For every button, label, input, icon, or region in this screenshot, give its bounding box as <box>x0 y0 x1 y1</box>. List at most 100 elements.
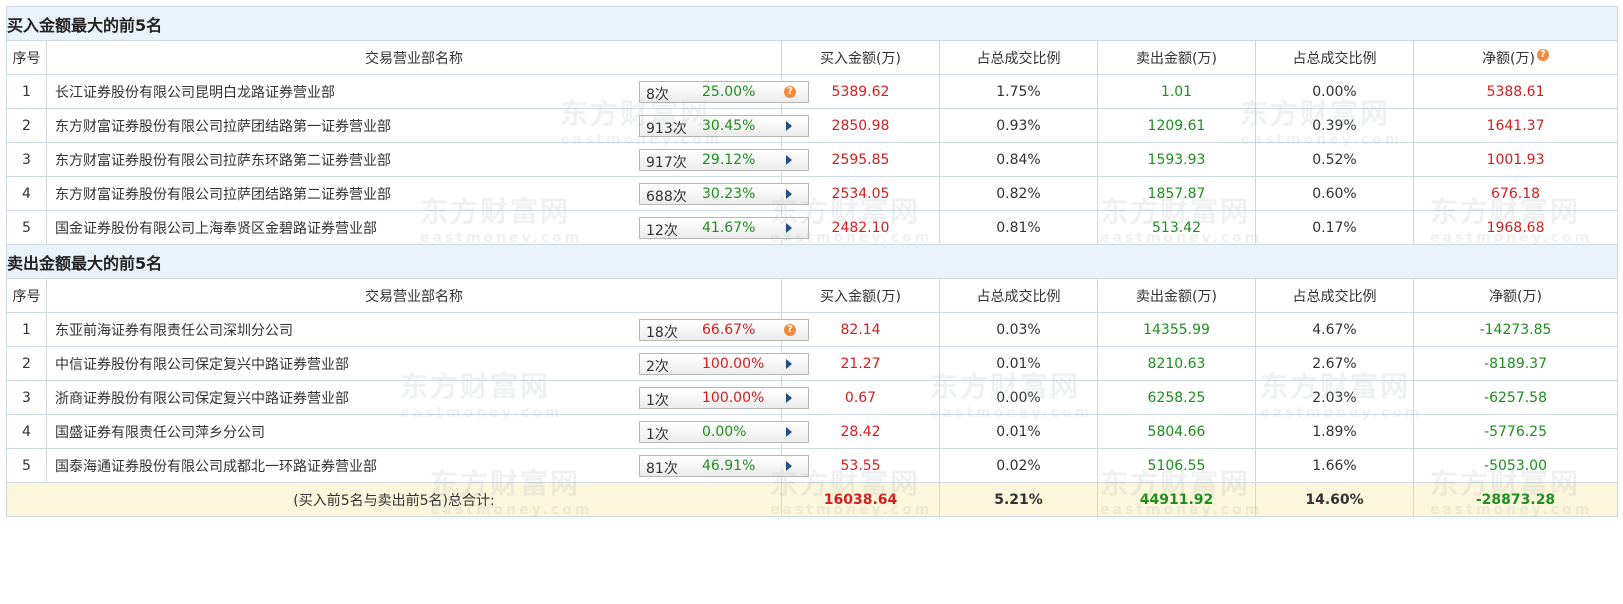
success-rate: 100.00% <box>702 390 765 406</box>
branch-name-link[interactable]: 浙商证券股份有限公司保定复兴中路证券营业部 <box>55 388 349 408</box>
net-amount: 5388.61 <box>1412 74 1619 109</box>
branch-name-link[interactable]: 东方财富证券股份有限公司拉萨东环路第二证券营业部 <box>55 150 391 170</box>
header-net: 净额(万)? <box>1412 40 1619 75</box>
listing-count: 12次 <box>646 223 678 239</box>
branch-stats-button[interactable]: 81次 46.91% <box>639 455 809 477</box>
sell-ratio: 1.89% <box>1255 414 1414 449</box>
total-sell: 44911.92 <box>1097 482 1256 517</box>
listing-count: 913次 <box>646 121 687 137</box>
arrow-right-icon[interactable] <box>786 393 792 403</box>
sell-amount: 513.42 <box>1097 210 1256 245</box>
row-index: 1 <box>6 312 47 347</box>
header-index: 序号 <box>6 40 47 75</box>
branch-stats-button[interactable]: 917次 29.12% <box>639 149 809 171</box>
row-index: 3 <box>6 142 47 177</box>
sell-ratio: 1.66% <box>1255 448 1414 483</box>
header-buy-amount: 买入金额(万) <box>781 40 940 75</box>
branch-stats-button[interactable]: 12次 41.67% <box>639 217 809 239</box>
listing-count: 8次 <box>646 87 669 103</box>
branch-cell: 东方财富证券股份有限公司拉萨团结路第二证券营业部 688次 30.23% <box>46 176 809 211</box>
success-rate: 30.45% <box>702 118 756 134</box>
header-buy-ratio: 占总成交比例 <box>939 40 1098 75</box>
total-label: (买入前5名与卖出前5名)总合计: <box>6 482 782 517</box>
success-rate: 25.00% <box>702 84 756 100</box>
question-icon[interactable]: ? <box>784 324 796 336</box>
row-index: 5 <box>6 210 47 245</box>
sell-amount: 5106.55 <box>1097 448 1256 483</box>
branch-stats-button[interactable]: 1次 0.00% <box>639 421 809 443</box>
header-sell-amount: 卖出金额(万) <box>1097 278 1256 313</box>
branch-name-link[interactable]: 长江证券股份有限公司昆明白龙路证券营业部 <box>55 82 335 102</box>
sell-section-title-row: 卖出金额最大的前5名 <box>5 244 1619 279</box>
sell-amount: 1593.93 <box>1097 142 1256 177</box>
listing-count: 917次 <box>646 155 687 171</box>
arrow-right-icon[interactable] <box>786 189 792 199</box>
listing-count: 81次 <box>646 461 678 477</box>
listing-count: 688次 <box>646 189 687 205</box>
header-buy-ratio: 占总成交比例 <box>939 278 1098 313</box>
sell-amount: 1857.87 <box>1097 176 1256 211</box>
sell-ratio: 0.17% <box>1255 210 1414 245</box>
table-row: 2 中信证券股份有限公司保定复兴中路证券营业部 2次 100.00% 21.27 0.01… <box>6 346 1619 381</box>
sell-header-row: 序号 交易营业部名称 买入金额(万) 占总成交比例 卖出金额(万) 占总成交比例… <box>6 278 1619 313</box>
branch-name-link[interactable]: 东亚前海证券有限责任公司深圳分公司 <box>55 320 293 340</box>
branch-name-link[interactable]: 国金证券股份有限公司上海奉贤区金碧路证券营业部 <box>55 218 377 238</box>
buy-ratio: 0.93% <box>939 108 1098 143</box>
success-rate: 46.91% <box>702 458 756 474</box>
total-buy: 16038.64 <box>781 482 940 517</box>
row-index: 4 <box>6 176 47 211</box>
branch-name-link[interactable]: 中信证券股份有限公司保定复兴中路证券营业部 <box>55 354 349 374</box>
question-icon[interactable]: ? <box>784 86 796 98</box>
buy-ratio: 0.02% <box>939 448 1098 483</box>
arrow-right-icon[interactable] <box>786 155 792 165</box>
row-index: 2 <box>6 108 47 143</box>
net-amount: -8189.37 <box>1412 346 1619 381</box>
success-rate: 41.67% <box>702 220 756 236</box>
sell-ratio: 4.67% <box>1255 312 1414 347</box>
net-amount: 676.18 <box>1412 176 1619 211</box>
branch-stats-button[interactable]: 913次 30.45% <box>639 115 809 137</box>
success-rate: 66.67% <box>702 322 756 338</box>
sell-ratio: 0.52% <box>1255 142 1414 177</box>
table-row: 5 国泰海通证券股份有限公司成都北一环路证券营业部 81次 46.91% 53.55 0.… <box>6 448 1619 483</box>
sell-ratio: 2.03% <box>1255 380 1414 415</box>
listing-count: 2次 <box>646 359 669 375</box>
buy-section-title-row: 买入金额最大的前5名 <box>5 6 1619 41</box>
branch-stats-button[interactable]: 688次 30.23% <box>639 183 809 205</box>
sell-ratio: 0.00% <box>1255 74 1414 109</box>
total-row: (买入前5名与卖出前5名)总合计: 16038.64 5.21% 44911.9… <box>6 482 1619 517</box>
arrow-right-icon[interactable] <box>786 427 792 437</box>
branch-name-link[interactable]: 东方财富证券股份有限公司拉萨团结路第二证券营业部 <box>55 184 391 204</box>
row-index: 4 <box>6 414 47 449</box>
total-buy-ratio: 5.21% <box>939 482 1098 517</box>
buy-ratio: 0.82% <box>939 176 1098 211</box>
sell-section-title: 卖出金额最大的前5名 <box>5 244 1619 279</box>
arrow-right-icon[interactable] <box>786 359 792 369</box>
total-net: -28873.28 <box>1412 482 1619 517</box>
branch-name-link[interactable]: 东方财富证券股份有限公司拉萨团结路第一证券营业部 <box>55 116 391 136</box>
header-branch: 交易营业部名称 <box>46 278 782 313</box>
success-rate: 29.12% <box>702 152 756 168</box>
arrow-right-icon[interactable] <box>786 223 792 233</box>
sell-amount: 1209.61 <box>1097 108 1256 143</box>
branch-name-link[interactable]: 国盛证券有限责任公司萍乡分公司 <box>55 422 265 442</box>
total-sell-ratio: 14.60% <box>1255 482 1414 517</box>
sell-amount: 14355.99 <box>1097 312 1256 347</box>
branch-stats-button[interactable]: 2次 100.00% <box>639 353 809 375</box>
buy-ratio: 0.01% <box>939 414 1098 449</box>
branch-stats-button[interactable]: 8次 25.00%? <box>639 81 809 103</box>
header-sell-amount: 卖出金额(万) <box>1097 40 1256 75</box>
buy-ratio: 0.84% <box>939 142 1098 177</box>
branch-stats-button[interactable]: 1次 100.00% <box>639 387 809 409</box>
lhb-detail-panel: 买入金额最大的前5名 序号 交易营业部名称 买入金额(万) 占总成交比例 卖出金… <box>5 6 1619 517</box>
header-net-label: 净额(万) <box>1482 50 1535 67</box>
arrow-right-icon[interactable] <box>786 461 792 471</box>
branch-name-link[interactable]: 国泰海通证券股份有限公司成都北一环路证券营业部 <box>55 456 377 476</box>
branch-stats-button[interactable]: 18次 66.67%? <box>639 319 809 341</box>
header-index: 序号 <box>6 278 47 313</box>
sell-ratio: 2.67% <box>1255 346 1414 381</box>
help-question-icon[interactable]: ? <box>1537 48 1549 61</box>
row-index: 2 <box>6 346 47 381</box>
buy-ratio: 0.81% <box>939 210 1098 245</box>
arrow-right-icon[interactable] <box>786 121 792 131</box>
